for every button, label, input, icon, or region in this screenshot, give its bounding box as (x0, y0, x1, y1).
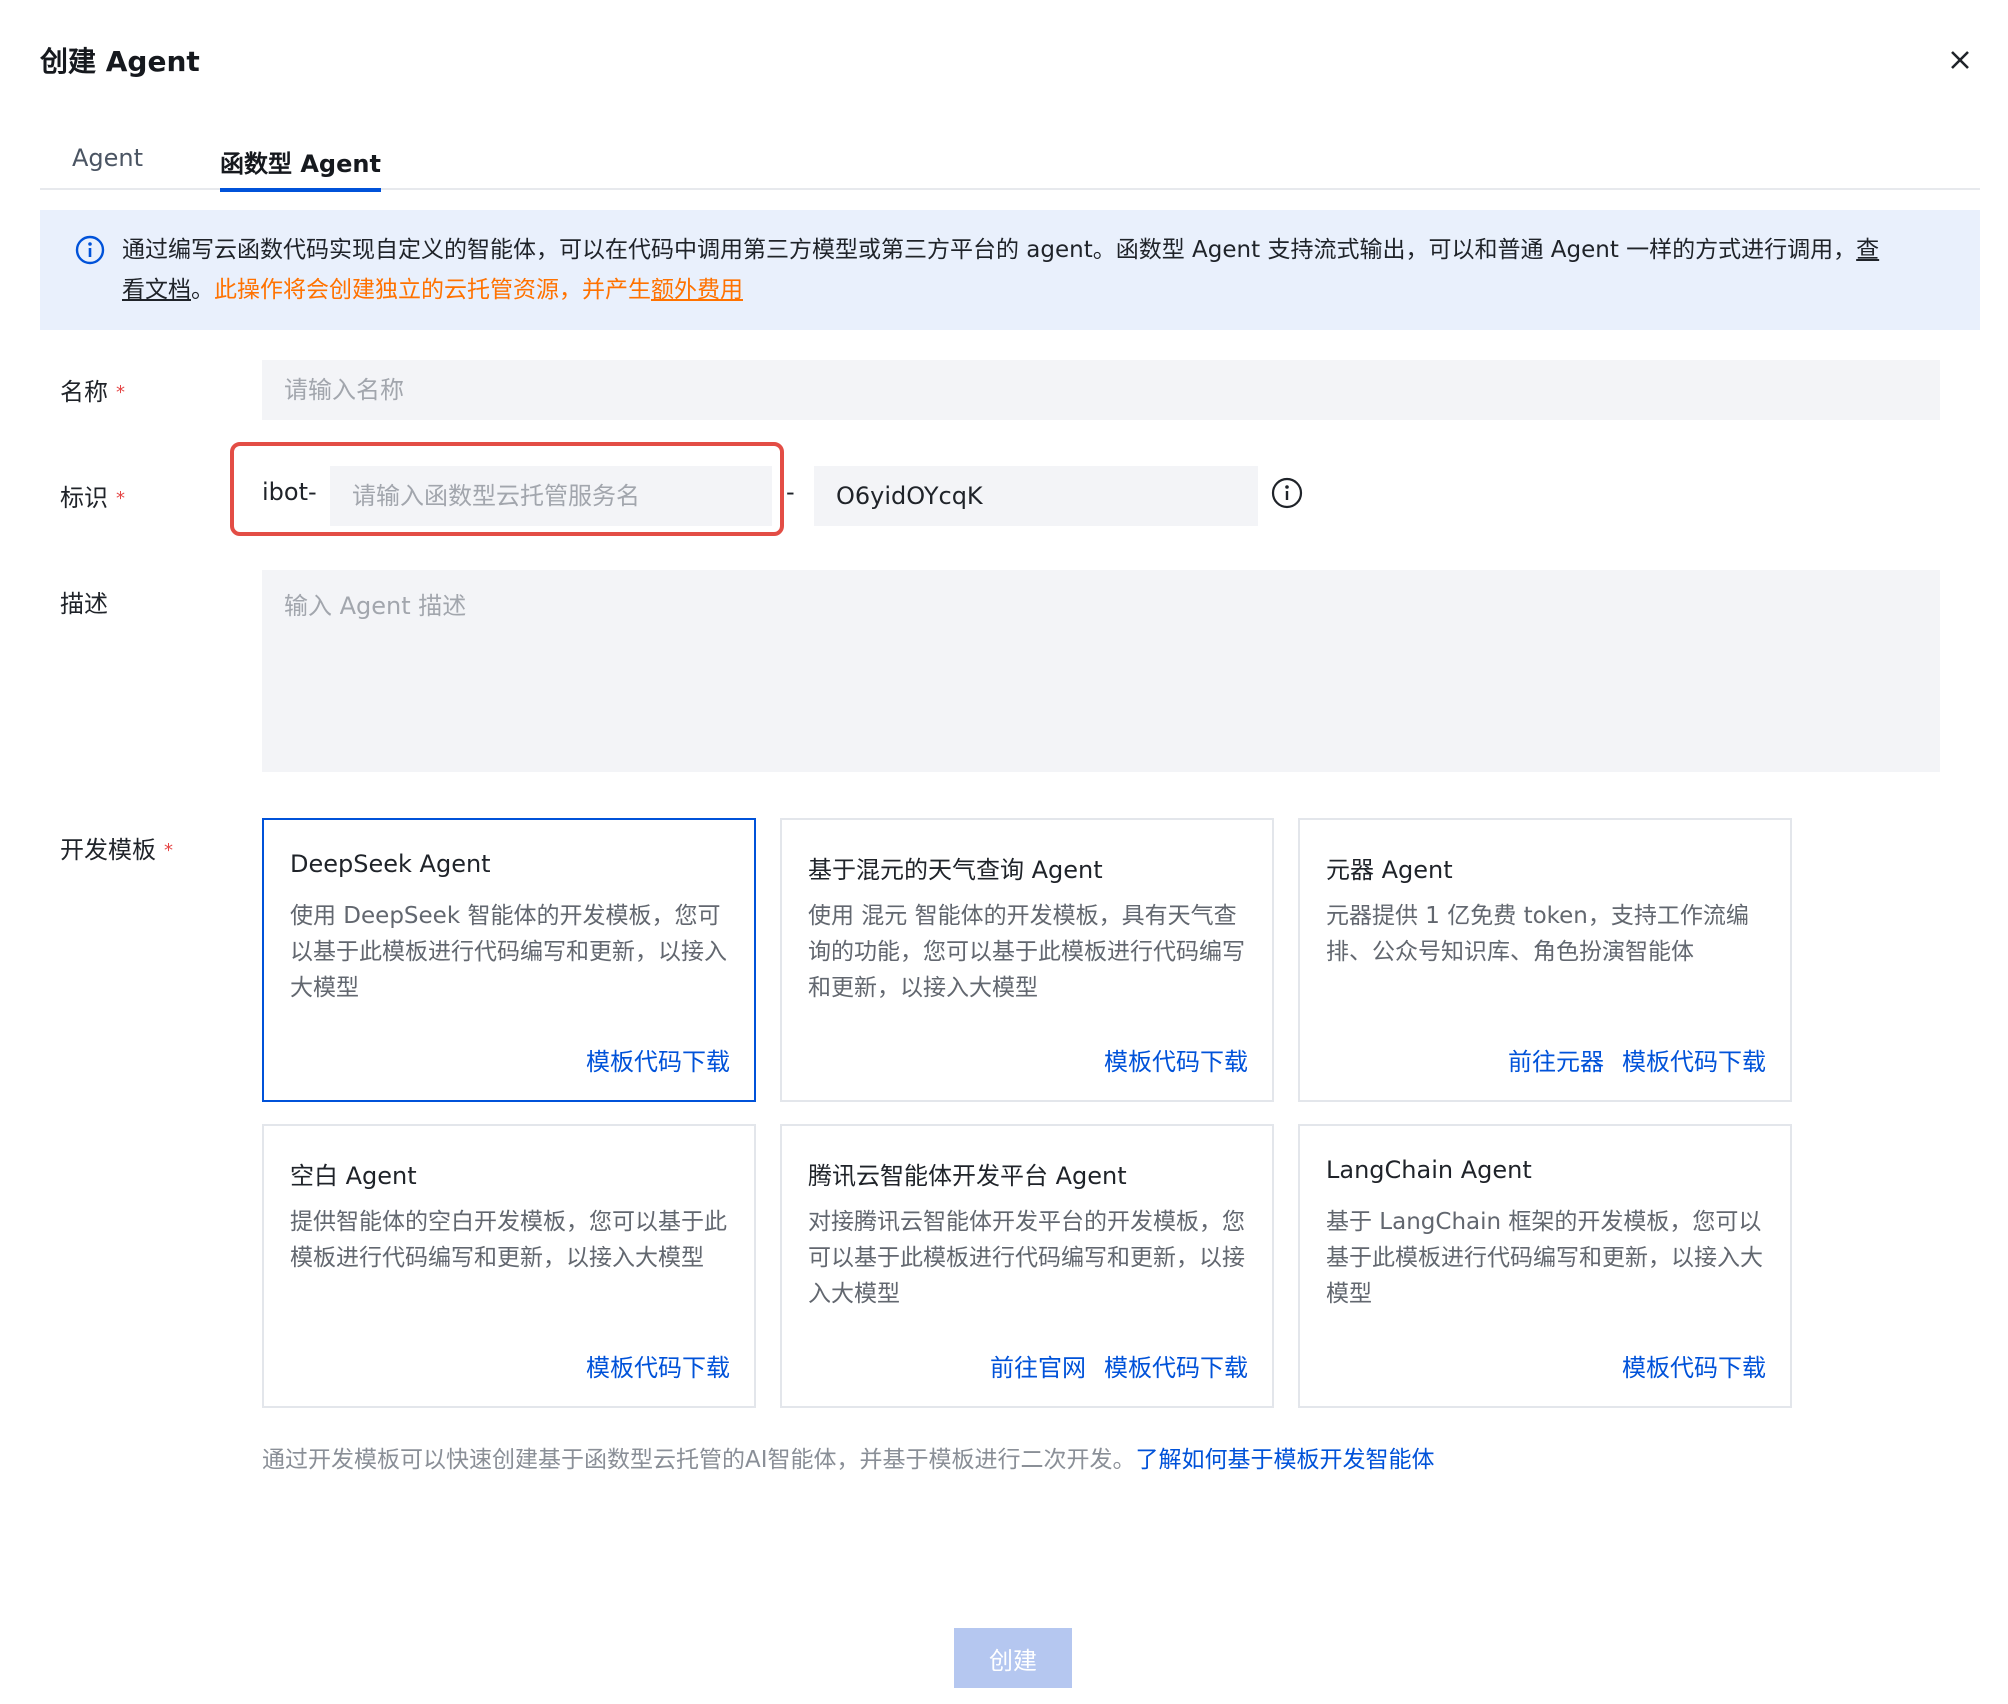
tab-agent[interactable]: Agent (72, 144, 143, 190)
download-code-link[interactable]: 模板代码下载 (586, 1348, 730, 1383)
name-input[interactable] (262, 360, 1940, 420)
name-label: 名称 * (60, 378, 125, 406)
notice-warning: 此操作将会创建独立的云托管资源，并产生 (214, 277, 651, 303)
card-title: 元器 Agent (1326, 856, 1453, 884)
close-button[interactable] (1940, 40, 1980, 80)
create-button[interactable]: 创建 (954, 1628, 1072, 1688)
identifier-prefix: ibot- (262, 478, 317, 506)
identifier-input[interactable] (330, 466, 772, 526)
download-code-link[interactable]: 模板代码下载 (1104, 1042, 1248, 1077)
template-card-tencent-platform[interactable]: 腾讯云智能体开发平台 Agent 对接腾讯云智能体开发平台的开发模板，您可以基于… (780, 1124, 1274, 1408)
card-description: 使用 DeepSeek 智能体的开发模板，您可以基于此模板进行代码编写和更新，以… (290, 903, 727, 1001)
description-label: 描述 (60, 590, 108, 618)
card-description: 基于 LangChain 框架的开发模板，您可以基于此模板进行代码编写和更新，以… (1326, 1209, 1763, 1307)
download-code-link[interactable]: 模板代码下载 (1622, 1042, 1766, 1077)
dialog-title: 创建 Agent (40, 45, 200, 78)
close-icon (1951, 51, 1969, 69)
template-label: 开发模板 * (60, 836, 173, 864)
goto-official-site-link[interactable]: 前往官网 (990, 1348, 1086, 1383)
info-notice: 通过编写云函数代码实现自定义的智能体，可以在代码中调用第三方模型或第三方平台的 … (40, 210, 1980, 330)
notice-punct: 。 (191, 277, 214, 303)
tab-bar: Agent 函数型 Agent (40, 140, 1980, 192)
download-code-link[interactable]: 模板代码下载 (1622, 1348, 1766, 1383)
required-mark: * (116, 488, 125, 509)
learn-template-link[interactable]: 了解如何基于模板开发智能体 (1136, 1447, 1435, 1473)
required-mark: * (164, 840, 173, 861)
download-code-link[interactable]: 模板代码下载 (1104, 1348, 1248, 1383)
template-card-blank[interactable]: 空白 Agent 提供智能体的空白开发模板，您可以基于此模板进行代码编写和更新，… (262, 1124, 756, 1408)
card-title: DeepSeek Agent (290, 850, 491, 878)
extra-fee-link[interactable]: 额外费用 (651, 277, 743, 303)
card-description: 使用 混元 智能体的开发模板，具有天气查询的功能，您可以基于此模板进行代码编写和… (808, 903, 1245, 1001)
identifier-label: 标识 * (60, 484, 125, 512)
download-code-link[interactable]: 模板代码下载 (586, 1042, 730, 1077)
info-icon[interactable] (1270, 476, 1304, 510)
goto-yuanqi-link[interactable]: 前往元器 (1508, 1042, 1604, 1077)
card-title: 空白 Agent (290, 1162, 417, 1190)
identifier-suffix-input[interactable] (814, 466, 1258, 526)
tab-function-agent[interactable]: 函数型 Agent (220, 144, 381, 192)
required-mark: * (116, 382, 125, 403)
template-card-langchain[interactable]: LangChain Agent 基于 LangChain 框架的开发模板，您可以… (1298, 1124, 1792, 1408)
card-description: 提供智能体的空白开发模板，您可以基于此模板进行代码编写和更新，以接入大模型 (290, 1209, 727, 1271)
identifier-separator: - (786, 478, 795, 506)
card-title: 腾讯云智能体开发平台 Agent (808, 1162, 1127, 1190)
template-footnote: 通过开发模板可以快速创建基于函数型云托管的AI智能体，并基于模板进行二次开发。了… (262, 1447, 1435, 1473)
card-description: 对接腾讯云智能体开发平台的开发模板，您可以基于此模板进行代码编写和更新，以接入大… (808, 1209, 1245, 1307)
card-description: 元器提供 1 亿免费 token，支持工作流编排、公众号知识库、角色扮演智能体 (1326, 903, 1749, 965)
template-card-deepseek[interactable]: DeepSeek Agent 使用 DeepSeek 智能体的开发模板，您可以基… (262, 818, 756, 1102)
template-card-hunyuan-weather[interactable]: 基于混元的天气查询 Agent 使用 混元 智能体的开发模板，具有天气查询的功能… (780, 818, 1274, 1102)
notice-text: 通过编写云函数代码实现自定义的智能体，可以在代码中调用第三方模型或第三方平台的 … (122, 237, 1857, 263)
card-title: 基于混元的天气查询 Agent (808, 856, 1103, 884)
card-title: LangChain Agent (1326, 1156, 1532, 1184)
info-icon (75, 235, 105, 265)
description-textarea[interactable] (262, 570, 1940, 772)
template-card-yuanqi[interactable]: 元器 Agent 元器提供 1 亿免费 token，支持工作流编排、公众号知识库… (1298, 818, 1792, 1102)
